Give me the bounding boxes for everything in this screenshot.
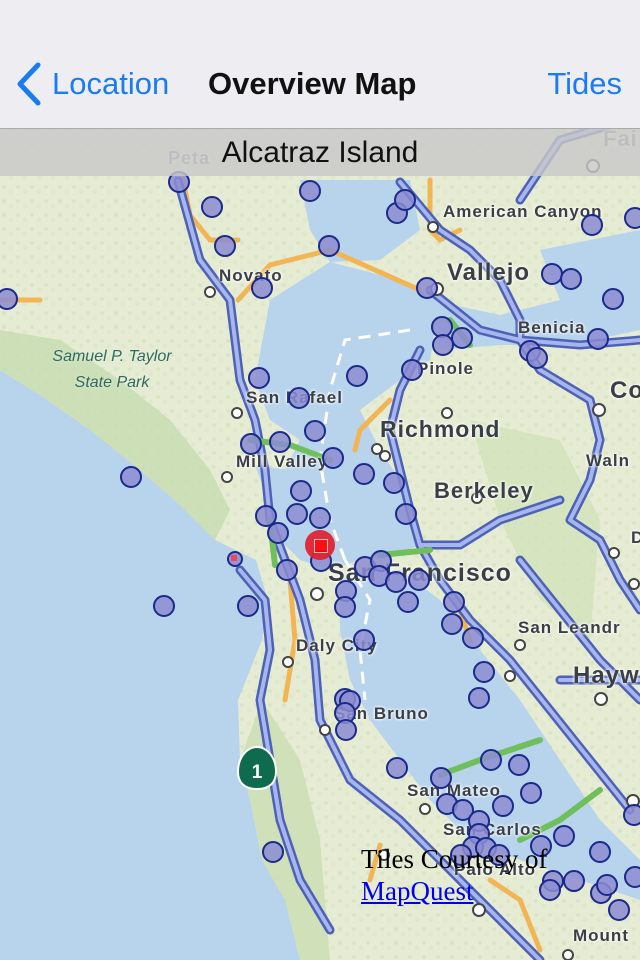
station-marker-highlighted[interactable] [227, 551, 243, 567]
station-marker[interactable] [240, 433, 262, 455]
route-1-shield-icon: 1 [236, 746, 278, 790]
page-title: Overview Map [208, 66, 417, 101]
chevron-left-icon [17, 62, 41, 106]
place-label-richmond: Richmond [380, 416, 501, 442]
selected-station-marker[interactable] [305, 530, 335, 560]
station-marker[interactable] [322, 447, 344, 469]
station-marker[interactable] [441, 613, 463, 635]
station-marker[interactable] [269, 431, 291, 453]
mapquest-link[interactable]: MapQuest [361, 876, 473, 906]
station-marker[interactable] [153, 595, 175, 617]
station-marker[interactable] [560, 268, 582, 290]
route-shield-number: 1 [252, 762, 263, 783]
station-marker[interactable] [432, 334, 454, 356]
place-label-danville: D [631, 528, 640, 547]
station-marker[interactable] [581, 214, 603, 236]
station-marker[interactable] [589, 841, 611, 863]
place-label-american-canyon: American Canyon [443, 202, 603, 221]
station-marker[interactable] [299, 180, 321, 202]
station-marker[interactable] [335, 719, 357, 741]
station-marker[interactable] [267, 522, 289, 544]
station-marker[interactable] [276, 559, 298, 581]
station-marker[interactable] [451, 327, 473, 349]
tile-attribution: Tiles Courtesy of MapQuest [361, 843, 548, 907]
station-marker[interactable] [563, 870, 585, 892]
back-button-label: Location [52, 66, 170, 101]
station-marker[interactable] [248, 367, 270, 389]
tides-button[interactable]: Tides [547, 66, 622, 102]
station-marker[interactable] [624, 207, 640, 229]
station-marker[interactable] [288, 387, 310, 409]
station-marker[interactable] [262, 841, 284, 863]
station-marker[interactable] [520, 782, 542, 804]
station-marker[interactable] [353, 463, 375, 485]
station-marker[interactable] [602, 288, 624, 310]
place-label-hayward: Hayw [573, 662, 640, 689]
station-marker[interactable] [309, 507, 331, 529]
station-marker[interactable] [473, 661, 495, 683]
place-label-pinole: Pinole [417, 359, 475, 378]
park-label-line1: Samuel P. Taylor [52, 348, 172, 365]
place-label-walnut-creek: Waln [586, 451, 630, 470]
station-marker[interactable] [385, 571, 407, 593]
location-banner: Alcatraz Island [0, 129, 640, 176]
station-marker[interactable] [608, 899, 630, 921]
station-marker[interactable] [201, 196, 223, 218]
station-marker[interactable] [596, 874, 618, 896]
station-marker[interactable] [251, 277, 273, 299]
place-label-berkeley: Berkeley [434, 478, 534, 503]
station-marker[interactable] [120, 466, 142, 488]
attribution-text: Tiles Courtesy of [361, 844, 548, 874]
marker-square-icon [314, 539, 328, 553]
place-label-mill-valley: Mill Valley [236, 452, 329, 471]
station-marker[interactable] [214, 235, 236, 257]
station-marker[interactable] [290, 480, 312, 502]
station-marker[interactable] [394, 189, 416, 211]
station-marker[interactable] [383, 472, 405, 494]
park-label: Samuel P. Taylor State Park [22, 344, 202, 396]
place-label-concord: Co [610, 377, 640, 404]
marker-square-icon [231, 555, 237, 561]
station-marker[interactable] [353, 629, 375, 651]
station-marker[interactable] [623, 804, 640, 826]
station-marker[interactable] [304, 420, 326, 442]
station-marker[interactable] [386, 757, 408, 779]
navigation-bar: Location Overview Map Tides [0, 0, 640, 129]
station-marker[interactable] [492, 795, 514, 817]
station-marker[interactable] [526, 347, 548, 369]
place-label-benicia: Benicia [518, 318, 586, 337]
station-marker[interactable] [397, 591, 419, 613]
station-marker[interactable] [346, 365, 368, 387]
station-marker[interactable] [553, 825, 575, 847]
station-marker[interactable] [462, 627, 484, 649]
place-label-mountain-view: Mount [573, 926, 629, 945]
station-marker[interactable] [286, 503, 308, 525]
station-marker[interactable] [430, 767, 452, 789]
station-marker[interactable] [416, 277, 438, 299]
station-marker[interactable] [395, 503, 417, 525]
back-button[interactable]: Location [14, 60, 169, 108]
park-label-line2: State Park [74, 374, 150, 391]
place-label-vallejo: Vallejo [447, 259, 531, 286]
station-marker[interactable] [237, 595, 259, 617]
location-name: Alcatraz Island [221, 136, 419, 169]
station-marker[interactable] [408, 569, 430, 591]
station-marker[interactable] [468, 687, 490, 709]
station-marker[interactable] [587, 328, 609, 350]
place-label-san-leandro: San Leandr [518, 618, 621, 637]
place-label-san-carlos: San Carlos [443, 820, 542, 839]
station-marker[interactable] [401, 359, 423, 381]
station-marker[interactable] [318, 235, 340, 257]
station-marker[interactable] [480, 749, 502, 771]
station-marker[interactable] [624, 866, 640, 888]
station-marker[interactable] [334, 596, 356, 618]
station-marker[interactable] [443, 591, 465, 613]
station-marker[interactable] [508, 754, 530, 776]
